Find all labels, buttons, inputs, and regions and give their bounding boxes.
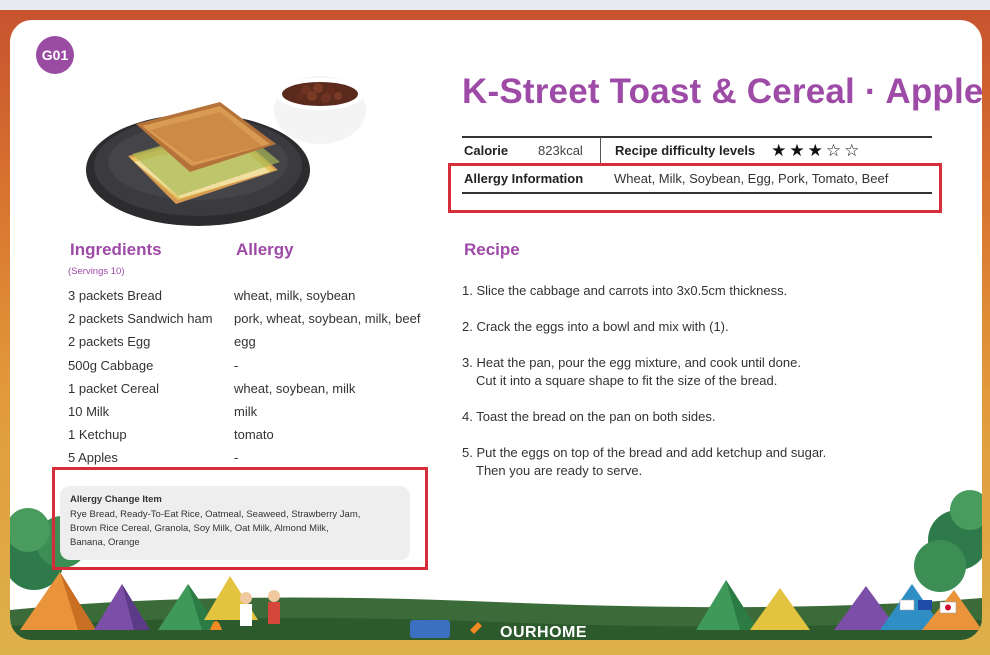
recipe-step-text-continued: Then you are ready to serve. xyxy=(476,463,643,478)
ingredient-allergy: pork, wheat, soybean, milk, beef xyxy=(234,311,421,327)
star-filled-icon: ★ xyxy=(789,141,805,160)
recipe-step-text-continued: Cut it into a square shape to fit the si… xyxy=(476,373,778,388)
ingredient-allergy: wheat, milk, soybean xyxy=(234,288,356,304)
ingredient-allergy: - xyxy=(234,357,239,373)
ingredient-allergy: tomato xyxy=(234,427,274,443)
ingredients-heading: Ingredients xyxy=(66,240,168,260)
star-filled-icon: ★ xyxy=(771,141,787,160)
recipe-title: K-Street Toast & Cereal · Apple xyxy=(462,72,982,111)
ingredient-allergy: milk xyxy=(234,404,258,420)
recipe-step-text: 5. Put the eggs on top of the bread and … xyxy=(462,445,827,460)
calorie-label: Calorie xyxy=(464,143,509,158)
star-empty-icon: ☆ xyxy=(844,141,860,160)
calorie-value: 823kcal xyxy=(538,143,583,158)
star-empty-icon: ☆ xyxy=(825,141,842,160)
recipe-card: G01 K-Street Toast & Cereal · Apple Calo… xyxy=(10,20,982,640)
window-top-strip xyxy=(0,0,990,10)
recipe-steps: 1. Slice the cabbage and carrots into 3x… xyxy=(462,282,882,498)
recipe-heading: Recipe xyxy=(460,240,526,260)
allergy-highlight-frame xyxy=(448,163,942,213)
recipe-step-text: 2. Crack the eggs into a bowl and mix wi… xyxy=(462,319,729,334)
recipe-step: 3. Heat the pan, pour the egg mixture, a… xyxy=(462,354,882,390)
difficulty-stars: ★ ★ ★ ☆ ☆ xyxy=(771,142,859,159)
ingredient-item: 2 packets Egg xyxy=(68,334,151,350)
star-filled-icon: ★ xyxy=(807,141,823,160)
recipe-step-text: 3. Heat the pan, pour the egg mixture, a… xyxy=(462,355,801,370)
recipe-code-badge: G01 xyxy=(36,36,74,74)
toast-and-cereal-image xyxy=(86,76,366,226)
recipe-step-text: 1. Slice the cabbage and carrots into 3x… xyxy=(462,283,788,298)
recipe-step: 5. Put the eggs on top of the bread and … xyxy=(462,444,882,480)
calorie-difficulty-row: Calorie 823kcal Recipe difficulty levels… xyxy=(462,136,932,165)
servings-note: (Servings 10) xyxy=(68,266,125,277)
ingredient-allergy: egg xyxy=(234,334,256,350)
ingredient-allergy: wheat, soybean, milk xyxy=(234,380,356,396)
recipe-step: 2. Crack the eggs into a bowl and mix wi… xyxy=(462,318,882,336)
ourhome-logo: OURHOME xyxy=(500,624,588,640)
ingredient-allergy-list: wheat, milk, soybean pork, wheat, soybean… xyxy=(234,284,444,470)
ingredient-list: 3 packets Bread 2 packets Sandwich ham 2 p… xyxy=(68,284,233,470)
allergy-change-highlight-frame xyxy=(52,467,428,570)
recipe-step: 4. Toast the bread on the pan on both si… xyxy=(462,408,882,426)
ingredient-item: 1 Ketchup xyxy=(68,427,127,443)
ingredient-item: 2 packets Sandwich ham xyxy=(68,311,213,327)
ingredient-item: 1 packet Cereal xyxy=(68,380,160,396)
ingredient-item: 500g Cabbage xyxy=(68,357,154,373)
recipe-step-text: 4. Toast the bread on the pan on both si… xyxy=(462,409,716,424)
ingredient-item: 3 packets Bread xyxy=(68,288,162,304)
recipe-step: 1. Slice the cabbage and carrots into 3x… xyxy=(462,282,882,300)
allergy-heading: Allergy xyxy=(232,240,300,260)
difficulty-label: Recipe difficulty levels xyxy=(615,143,756,158)
column-divider xyxy=(600,136,601,165)
ingredient-item: 10 Milk xyxy=(68,404,110,420)
